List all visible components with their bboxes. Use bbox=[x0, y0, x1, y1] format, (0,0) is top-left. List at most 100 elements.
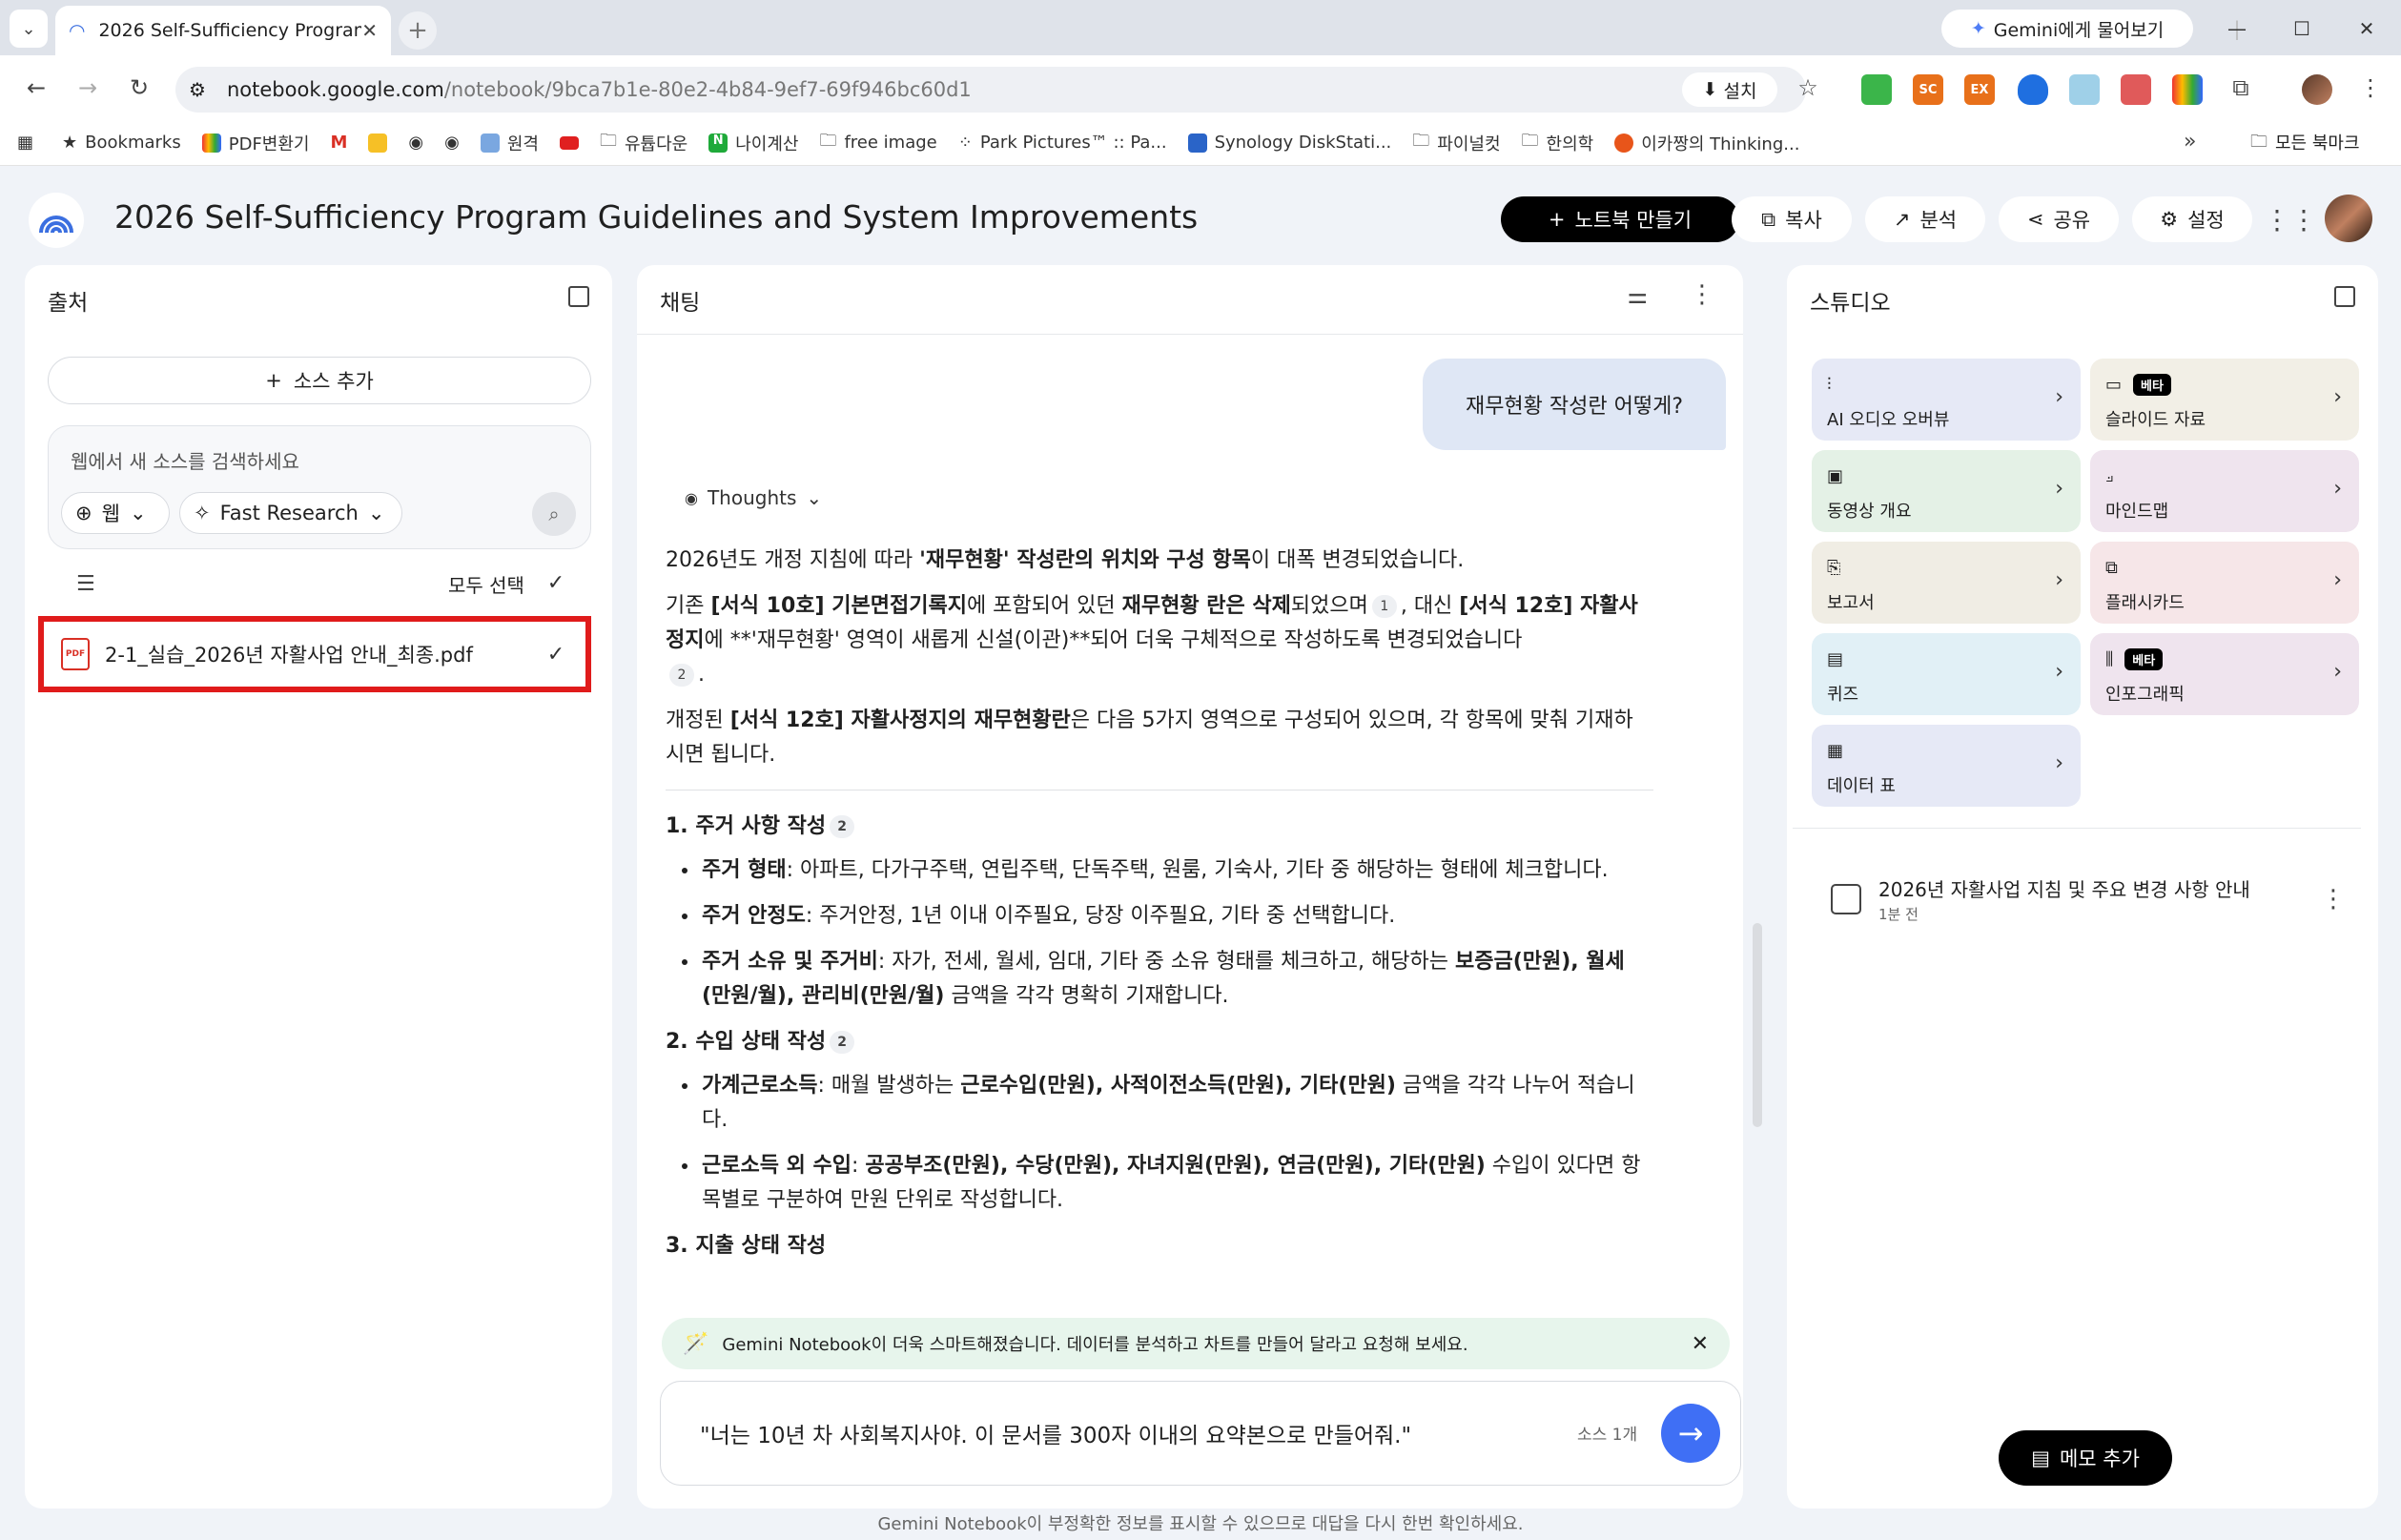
bookmark-item[interactable] bbox=[559, 135, 579, 150]
browser-tab[interactable]: ◠ 2026 Self-Sufficiency Program ✕ bbox=[55, 6, 391, 55]
extension-icon[interactable] bbox=[2172, 74, 2203, 105]
back-button[interactable]: ← bbox=[15, 67, 57, 109]
studio-card-video[interactable]: ▣ 동영상 개요 › bbox=[1812, 450, 2081, 532]
select-all[interactable]: 모두 선택 bbox=[448, 570, 524, 598]
citation-chip[interactable]: 1 bbox=[1371, 595, 1397, 618]
select-all-checkbox[interactable]: ✓ bbox=[544, 570, 568, 595]
bookmark-item[interactable]: ◉ bbox=[408, 133, 423, 153]
answer-scroll-area[interactable]: 2026년도 개정 지침에 따라 '재무현황' 작성란의 위치와 구성 항목이 … bbox=[648, 534, 1707, 1325]
studio-card-table[interactable]: ▦ 데이터 표 › bbox=[1812, 725, 2081, 807]
profile-avatar[interactable] bbox=[2302, 74, 2332, 105]
citation-chip[interactable]: 2 bbox=[669, 664, 694, 687]
bookmark-item[interactable]: 🗀 유튭다운 bbox=[600, 129, 687, 157]
citation-chip[interactable]: 2 bbox=[830, 815, 855, 838]
apps-grid-icon[interactable]: ▦ bbox=[17, 133, 33, 153]
source-item[interactable]: PDF 2-1_실습_2026년 자활사업 안내_최종.pdf ✓ bbox=[38, 616, 591, 692]
more-options-icon[interactable]: ⋮ bbox=[2321, 885, 2346, 914]
install-button[interactable]: ⬇ 설치 bbox=[1682, 72, 1777, 107]
user-avatar[interactable] bbox=[2325, 195, 2372, 242]
new-tab-button[interactable]: + bbox=[399, 11, 437, 50]
citation-chip[interactable]: 2 bbox=[830, 1031, 855, 1054]
close-icon[interactable]: ✕ bbox=[361, 19, 378, 42]
research-mode-dropdown[interactable]: ✧ Fast Research ⌄ bbox=[179, 492, 402, 534]
copy-button[interactable]: ⧉ 복사 bbox=[1732, 196, 1852, 242]
bookmark-item[interactable]: Synology DiskStati... bbox=[1187, 133, 1391, 153]
add-source-button[interactable]: + 소스 추가 bbox=[48, 357, 591, 404]
site-info-icon[interactable]: ⚙ bbox=[189, 78, 206, 101]
extension-icon[interactable] bbox=[2018, 74, 2048, 105]
bookmark-item[interactable]: 🗀 파이널컷 bbox=[1412, 129, 1500, 157]
text-bold: [서식 10호] 기본면접기록지 bbox=[710, 594, 967, 618]
settings-button[interactable]: ⚙ 설정 bbox=[2132, 196, 2252, 242]
close-window-button[interactable]: ✕ bbox=[2338, 10, 2395, 48]
collapse-panel-icon[interactable] bbox=[568, 286, 589, 307]
install-icon: ⬇ bbox=[1702, 79, 1718, 100]
studio-card-report[interactable]: ⎘ 보고서 › bbox=[1812, 542, 2081, 624]
share-button[interactable]: ⋖ 공유 bbox=[1999, 196, 2119, 242]
studio-card-flashcard[interactable]: ⧉ 플래시카드 › bbox=[2090, 542, 2359, 624]
text: 2026년도 개정 지침에 따라 bbox=[666, 548, 920, 572]
bookmark-item[interactable]: 🗀 free image bbox=[819, 129, 936, 157]
bookmark-item[interactable]: ◉ bbox=[444, 133, 460, 153]
studio-card-audio[interactable]: ⫶ AI 오디오 오버뷰 › bbox=[1812, 359, 2081, 441]
scrollbar-thumb[interactable] bbox=[1753, 923, 1762, 1127]
extensions-puzzle-icon[interactable]: ⧉ bbox=[2220, 67, 2262, 109]
bookmark-item[interactable] bbox=[368, 133, 388, 153]
studio-card-quiz[interactable]: ▤ 퀴즈 › bbox=[1812, 633, 2081, 715]
add-memo-button[interactable]: ▤ 메모 추가 bbox=[1999, 1430, 2172, 1486]
forward-button[interactable]: → bbox=[67, 67, 109, 109]
address-bar[interactable]: ⚙ notebook.google.com/notebook/9bca7b1e-… bbox=[175, 67, 1806, 113]
reload-button[interactable]: ↻ bbox=[118, 67, 160, 109]
extension-icon[interactable] bbox=[1861, 74, 1892, 105]
thoughts-toggle[interactable]: ◉ Thoughts ⌄ bbox=[685, 486, 822, 509]
collapse-panel-icon[interactable] bbox=[2334, 286, 2355, 307]
notebook-title[interactable]: 2026 Self-Sufficiency Program Guidelines… bbox=[114, 198, 1198, 236]
filter-icon[interactable]: ☰ bbox=[76, 572, 95, 596]
bookmark-item[interactable]: M bbox=[330, 133, 347, 153]
new-notebook-button[interactable]: + 노트북 만들기 bbox=[1501, 196, 1739, 242]
chat-input[interactable]: "너는 10년 차 사회복지사야. 이 문서를 300자 이내의 요약본으로 만… bbox=[700, 1417, 1411, 1449]
ask-gemini-button[interactable]: ✦ Gemini에게 물어보기 bbox=[1941, 10, 2193, 48]
more-options-icon[interactable]: ⋮ bbox=[1690, 280, 1714, 309]
bookmark-item[interactable]: PDF변환기 bbox=[201, 131, 309, 155]
globe-icon: ⊕ bbox=[75, 502, 92, 524]
maximize-button[interactable]: ☐ bbox=[2273, 10, 2330, 48]
bookmark-item[interactable]: N 나이계산 bbox=[708, 131, 798, 155]
studio-card-slides[interactable]: ▭ 베타 슬라이드 자료 › bbox=[2090, 359, 2359, 441]
extension-icon[interactable]: SC bbox=[1913, 74, 1943, 105]
remote-icon bbox=[480, 133, 500, 153]
analyze-button[interactable]: ↗ 분석 bbox=[1865, 196, 1985, 242]
blog-icon bbox=[1614, 133, 1634, 153]
minimize-button[interactable]: — bbox=[2208, 10, 2266, 48]
bookmark-item[interactable]: 원격 bbox=[480, 131, 539, 155]
bookmark-item[interactable]: 이카짱의 Thinking... bbox=[1614, 131, 1799, 155]
bookmark-star-icon[interactable]: ☆ bbox=[1787, 67, 1829, 109]
feature-banner: 🪄 Gemini Notebook이 더욱 스마트해졌습니다. 데이터를 분석하고… bbox=[662, 1318, 1730, 1369]
extension-icon[interactable]: EX bbox=[1964, 74, 1995, 105]
studio-card-mindmap[interactable]: ⟓ 마인드맵 › bbox=[2090, 450, 2359, 532]
more-menu-icon[interactable]: ⋮ bbox=[2350, 67, 2391, 109]
search-submit-button[interactable]: ⌕ bbox=[532, 492, 576, 536]
extension-icon[interactable] bbox=[2069, 74, 2100, 105]
source-checkbox[interactable]: ✓ bbox=[544, 642, 568, 667]
section-title: 2. 수입 상태 작성 bbox=[666, 1030, 827, 1054]
ask-gemini-label: Gemini에게 물어보기 bbox=[1993, 19, 2165, 41]
bookmark-item[interactable]: ★ Bookmarks bbox=[62, 133, 181, 153]
bookmark-item[interactable]: 🗀 한의학 bbox=[1522, 129, 1594, 157]
all-bookmarks[interactable]: 🗀 모든 북마크 bbox=[2250, 130, 2360, 158]
tab-search-button[interactable]: ⌄ bbox=[10, 10, 48, 48]
close-icon[interactable]: ✕ bbox=[1692, 1332, 1709, 1356]
saved-note[interactable]: 2026년 자활사업 지침 및 주요 변경 사항 안내 1분 전 ⋮ bbox=[1831, 870, 2346, 929]
studio-card-label: 동영상 개요 bbox=[1827, 502, 1912, 522]
flashcard-icon: ⧉ bbox=[2105, 557, 2118, 578]
extension-icon[interactable] bbox=[2121, 74, 2151, 105]
chat-settings-icon[interactable]: ⚌ bbox=[1627, 282, 1648, 309]
web-search-input[interactable]: 웹에서 새 소스를 검색하세요 bbox=[71, 446, 299, 474]
notebook-logo[interactable] bbox=[29, 193, 84, 248]
web-source-dropdown[interactable]: ⊕ 웹 ⌄ bbox=[61, 492, 170, 534]
more-bookmarks-icon[interactable]: » bbox=[2184, 130, 2196, 154]
bookmark-item[interactable]: ⁘ Park Pictures™ :: Pa... bbox=[958, 133, 1167, 153]
send-button[interactable]: → bbox=[1661, 1404, 1720, 1463]
studio-card-infographic[interactable]: ⫼ 베타 인포그래픽 › bbox=[2090, 633, 2359, 715]
chevron-right-icon: › bbox=[2333, 385, 2342, 409]
